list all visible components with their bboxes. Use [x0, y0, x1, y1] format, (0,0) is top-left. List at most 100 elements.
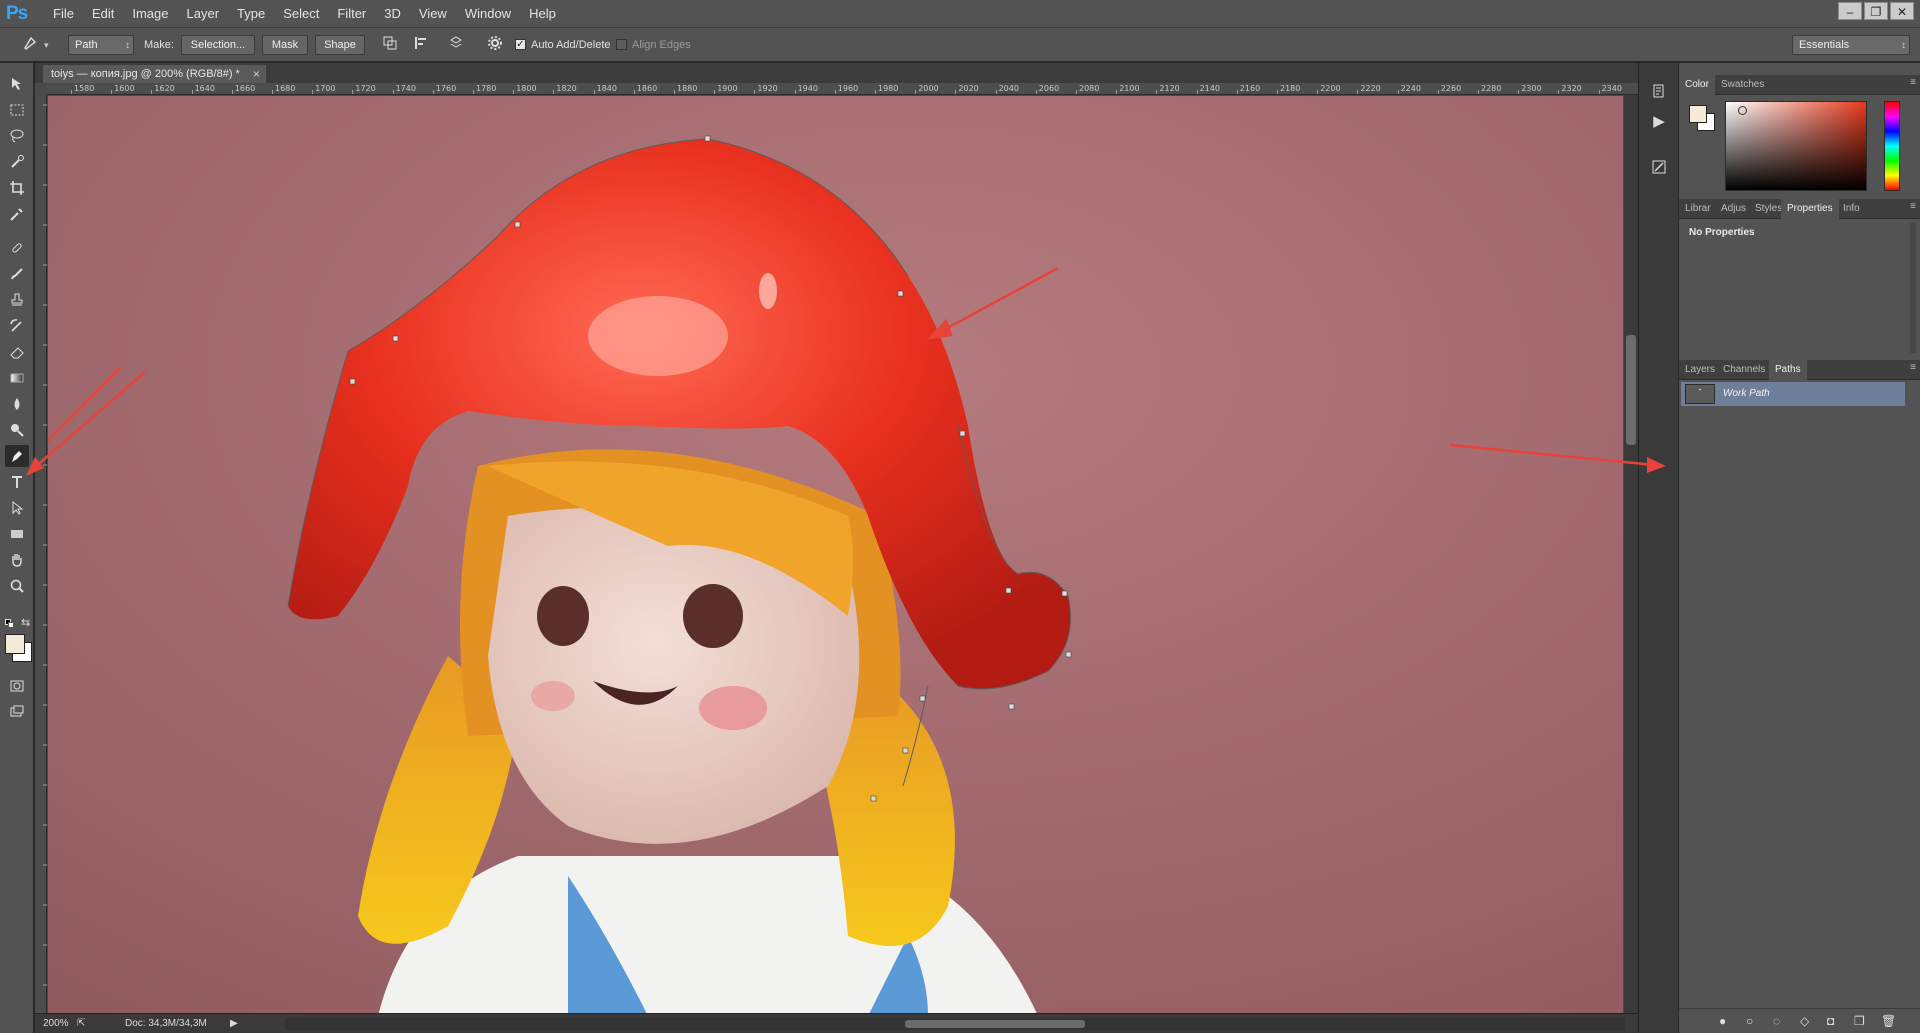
panel-menu-icon[interactable]: ≡ — [1910, 77, 1916, 88]
horizontal-scroll-thumb[interactable] — [905, 1020, 1085, 1028]
align-edges-checkbox[interactable] — [616, 39, 627, 50]
stroke-path-icon[interactable]: ○ — [1746, 1014, 1753, 1028]
menu-select[interactable]: Select — [274, 0, 328, 28]
ruler-tick — [1156, 90, 1158, 94]
history-panel-icon[interactable] — [1647, 83, 1671, 105]
tab-channels[interactable]: Channels — [1717, 360, 1771, 380]
panel-menu-icon[interactable]: ≡ — [1910, 201, 1916, 212]
ruler-tick — [513, 90, 515, 94]
status-menu-icon[interactable]: ▶ — [230, 1017, 238, 1031]
menu-window[interactable]: Window — [456, 0, 520, 28]
hand-tool[interactable] — [5, 549, 29, 571]
image-canvas[interactable] — [48, 96, 1623, 1016]
color-field[interactable] — [1725, 101, 1867, 191]
menu-type[interactable]: Type — [228, 0, 274, 28]
auto-add-delete-checkbox[interactable]: ✓ — [515, 39, 526, 50]
tool-mode-select[interactable]: Path — [68, 35, 134, 55]
menu-file[interactable]: File — [44, 0, 83, 28]
menu-help[interactable]: Help — [520, 0, 565, 28]
path-thumbnail — [1685, 384, 1715, 404]
make-selection-button[interactable]: Selection... — [181, 35, 255, 55]
horizontal-scrollbar[interactable] — [285, 1018, 1625, 1030]
menu-edit[interactable]: Edit — [83, 0, 123, 28]
path-arrangement-icon[interactable] — [446, 35, 466, 55]
menu-3d[interactable]: 3D — [375, 0, 410, 28]
path-operations-icon[interactable] — [380, 35, 400, 55]
path-name[interactable]: Work Path — [1723, 382, 1770, 406]
marquee-tool[interactable] — [5, 99, 29, 121]
vertical-scroll-thumb[interactable] — [1626, 335, 1636, 445]
quick-mask-button[interactable] — [5, 675, 29, 697]
vertical-scrollbar[interactable] — [1624, 95, 1638, 1015]
menu-layer[interactable]: Layer — [178, 0, 229, 28]
make-shape-button[interactable]: Shape — [315, 35, 365, 55]
minimize-button[interactable]: – — [1838, 2, 1862, 20]
new-path-icon[interactable]: ❐ — [1854, 1014, 1865, 1028]
default-colors-icon[interactable] — [5, 619, 15, 629]
add-mask-icon[interactable]: ◘ — [1827, 1014, 1834, 1028]
tab-paths[interactable]: Paths — [1769, 360, 1807, 380]
color-picker-cursor[interactable] — [1738, 106, 1747, 115]
hue-slider[interactable] — [1884, 101, 1900, 191]
ruler-tick — [71, 90, 72, 94]
make-mask-button[interactable]: Mask — [262, 35, 308, 55]
paths-panel-footer: ● ○ ◌ ◇ ◘ ❐ 🗑 — [1679, 1008, 1920, 1033]
foreground-color-swatch[interactable] — [5, 634, 25, 654]
export-icon[interactable]: ⇱ — [77, 1017, 85, 1031]
eyedropper-icon — [10, 208, 23, 221]
menu-view[interactable]: View — [410, 0, 456, 28]
ruler-tick — [754, 90, 756, 94]
gear-icon[interactable] — [485, 35, 505, 55]
tab-properties[interactable]: Properties — [1781, 199, 1839, 219]
brush-tool[interactable] — [5, 263, 29, 285]
path-row-work-path[interactable]: Work Path — [1681, 382, 1905, 406]
tab-adjustments[interactable]: Adjus — [1715, 199, 1752, 219]
zoom-tool[interactable] — [5, 575, 29, 597]
healing-brush-tool[interactable] — [5, 237, 29, 259]
history-brush-tool[interactable] — [5, 315, 29, 337]
make-work-path-icon[interactable]: ◇ — [1800, 1014, 1809, 1028]
panel-color-swatches[interactable] — [1689, 105, 1715, 131]
ruler-tick — [553, 90, 555, 94]
tab-color[interactable]: Color — [1679, 75, 1715, 95]
ruler-tick — [473, 90, 474, 94]
tab-layers[interactable]: Layers — [1679, 360, 1721, 380]
quick-selection-tool[interactable] — [5, 151, 29, 173]
actions-panel-icon[interactable]: ▶ — [1647, 111, 1671, 133]
workspace-select[interactable]: Essentials — [1792, 35, 1910, 55]
clone-stamp-tool[interactable] — [5, 289, 29, 311]
move-tool[interactable] — [5, 73, 29, 95]
screen-mode-button[interactable] — [5, 701, 29, 723]
tab-swatches[interactable]: Swatches — [1715, 75, 1770, 95]
chevron-down-icon[interactable]: ▾ — [44, 35, 49, 55]
tab-info[interactable]: Info — [1837, 199, 1866, 219]
path-alignment-icon[interactable] — [412, 35, 432, 55]
ruler-tick — [1357, 90, 1359, 94]
restore-button[interactable]: ❐ — [1864, 2, 1888, 20]
swap-colors-icon[interactable]: ⇆ — [21, 616, 30, 629]
ruler-tick — [1196, 90, 1198, 94]
eyedropper-tool[interactable] — [5, 203, 29, 225]
close-button[interactable]: ✕ — [1890, 2, 1914, 20]
menu-filter[interactable]: Filter — [328, 0, 375, 28]
tab-libraries[interactable]: Librar — [1679, 199, 1717, 219]
crop-tool[interactable] — [5, 177, 29, 199]
fill-path-icon[interactable]: ● — [1719, 1014, 1726, 1028]
delete-path-icon[interactable]: 🗑 — [1881, 1014, 1896, 1028]
auto-add-delete-label: Auto Add/Delete — [531, 39, 611, 51]
rectangle-tool[interactable] — [5, 523, 29, 545]
ruler-tick — [915, 90, 917, 94]
panel-menu-icon[interactable]: ≡ — [1910, 362, 1916, 373]
pen-tool-preset-icon[interactable] — [20, 35, 40, 55]
properties-scrollbar[interactable] — [1910, 223, 1916, 353]
path-selection-tool[interactable] — [5, 497, 29, 519]
close-document-button[interactable]: × — [253, 65, 260, 83]
zoom-level[interactable]: 200% — [43, 1017, 69, 1031]
lasso-tool[interactable] — [5, 125, 29, 147]
vertical-ruler-ticks — [43, 104, 47, 986]
tool-presets-panel-icon[interactable] — [1647, 159, 1671, 181]
document-tab[interactable]: toiys — копия.jpg @ 200% (RGB/8#) * × — [43, 65, 266, 83]
load-selection-icon[interactable]: ◌ — [1773, 1014, 1780, 1028]
menu-image[interactable]: Image — [123, 0, 177, 28]
ruler-label: 2280 — [1481, 84, 1502, 93]
